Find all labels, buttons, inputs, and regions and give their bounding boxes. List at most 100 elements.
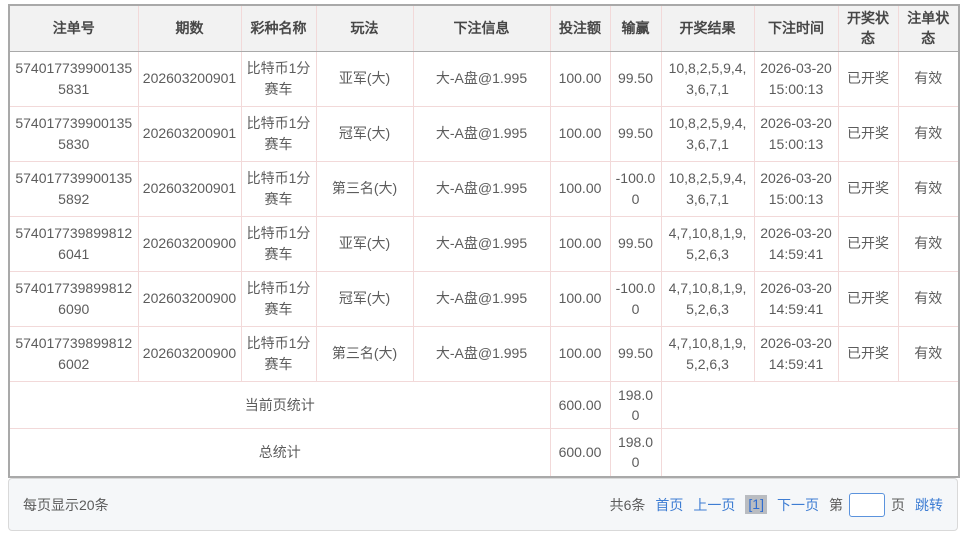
cell-bet-info: 大-A盘@1.995 [413, 271, 550, 326]
cell-order-id: 5740177399001355831 [9, 51, 138, 106]
total-count-label: 共6条 [610, 495, 646, 515]
cell-draw-status: 已开奖 [838, 51, 898, 106]
cell-draw-result: 4,7,10,8,1,9,5,2,6,3 [661, 326, 754, 381]
cell-bet-time: 2026-03-20 15:00:13 [754, 106, 838, 161]
cell-draw-status: 已开奖 [838, 106, 898, 161]
col-header-order-id: 注单号 [9, 5, 138, 51]
col-header-draw-status: 开奖状态 [838, 5, 898, 51]
cell-order-status: 有效 [898, 271, 959, 326]
cell-win-loss: 99.50 [610, 216, 661, 271]
cell-order-id: 5740177398998126041 [9, 216, 138, 271]
page-summary-bet-amount: 600.00 [550, 381, 610, 429]
cell-order-id: 5740177398998126002 [9, 326, 138, 381]
cell-draw-result: 10,8,2,5,9,4,3,6,7,1 [661, 161, 754, 216]
cell-draw-result: 10,8,2,5,9,4,3,6,7,1 [661, 51, 754, 106]
current-page-indicator[interactable]: [1] [745, 495, 767, 514]
cell-bet-amount: 100.00 [550, 161, 610, 216]
cell-bet-info: 大-A盘@1.995 [413, 106, 550, 161]
cell-draw-result: 4,7,10,8,1,9,5,2,6,3 [661, 216, 754, 271]
next-page-link[interactable]: 下一页 [777, 495, 819, 515]
page-summary-win-loss: 198.00 [610, 381, 661, 429]
jump-button[interactable]: 跳转 [915, 495, 943, 515]
cell-play-type: 亚军(大) [316, 216, 413, 271]
prev-page-link[interactable]: 上一页 [693, 495, 735, 515]
cell-order-id: 5740177399001355830 [9, 106, 138, 161]
cell-bet-info: 大-A盘@1.995 [413, 161, 550, 216]
col-header-order-status: 注单状态 [898, 5, 959, 51]
cell-bet-time: 2026-03-20 15:00:13 [754, 161, 838, 216]
cell-play-type: 冠军(大) [316, 271, 413, 326]
cell-play-type: 第三名(大) [316, 161, 413, 216]
jump-label-suffix: 页 [891, 495, 905, 515]
cell-draw-status: 已开奖 [838, 271, 898, 326]
total-summary-bet-amount: 600.00 [550, 429, 610, 477]
cell-bet-time: 2026-03-20 15:00:13 [754, 51, 838, 106]
cell-win-loss: 99.50 [610, 106, 661, 161]
col-header-bet-info: 下注信息 [413, 5, 550, 51]
cell-order-status: 有效 [898, 161, 959, 216]
cell-order-status: 有效 [898, 106, 959, 161]
jump-label-prefix: 第 [829, 495, 843, 515]
cell-lottery-name: 比特币1分赛车 [241, 271, 316, 326]
cell-order-status: 有效 [898, 326, 959, 381]
table-row: 5740177399001355830 202603200901 比特币1分赛车… [9, 106, 959, 161]
cell-bet-amount: 100.00 [550, 326, 610, 381]
cell-win-loss: -100.00 [610, 161, 661, 216]
table-row: 5740177398998126090 202603200900 比特币1分赛车… [9, 271, 959, 326]
col-header-bet-amount: 投注额 [550, 5, 610, 51]
bet-records-page: 注单号 期数 彩种名称 玩法 下注信息 投注额 输赢 开奖结果 下注时间 开奖状… [0, 0, 976, 550]
cell-bet-info: 大-A盘@1.995 [413, 326, 550, 381]
cell-play-type: 冠军(大) [316, 106, 413, 161]
page-size-label: 每页显示20条 [23, 495, 109, 515]
cell-bet-time: 2026-03-20 14:59:41 [754, 216, 838, 271]
cell-bet-amount: 100.00 [550, 216, 610, 271]
cell-period: 202603200900 [138, 271, 241, 326]
cell-bet-info: 大-A盘@1.995 [413, 216, 550, 271]
cell-bet-info: 大-A盘@1.995 [413, 51, 550, 106]
cell-order-status: 有效 [898, 216, 959, 271]
col-header-bet-time: 下注时间 [754, 5, 838, 51]
cell-win-loss: 99.50 [610, 51, 661, 106]
cell-order-id: 5740177398998126090 [9, 271, 138, 326]
total-summary-label: 总统计 [9, 429, 550, 477]
first-page-link[interactable]: 首页 [655, 495, 683, 515]
total-summary-filler [661, 429, 959, 477]
cell-lottery-name: 比特币1分赛车 [241, 161, 316, 216]
cell-bet-amount: 100.00 [550, 106, 610, 161]
page-summary-label: 当前页统计 [9, 381, 550, 429]
cell-draw-result: 10,8,2,5,9,4,3,6,7,1 [661, 106, 754, 161]
cell-play-type: 亚军(大) [316, 51, 413, 106]
table-row: 5740177398998126041 202603200900 比特币1分赛车… [9, 216, 959, 271]
page-jump-input[interactable] [849, 493, 885, 517]
jump-group: 第 页 [829, 493, 905, 517]
cell-bet-time: 2026-03-20 14:59:41 [754, 326, 838, 381]
cell-win-loss: -100.00 [610, 271, 661, 326]
table-row: 5740177399001355892 202603200901 比特币1分赛车… [9, 161, 959, 216]
total-summary-row: 总统计 600.00 198.00 [9, 429, 959, 477]
pagination-bar: 每页显示20条 共6条 首页 上一页 [1] 下一页 第 页 跳转 [8, 478, 958, 531]
cell-bet-amount: 100.00 [550, 51, 610, 106]
cell-bet-amount: 100.00 [550, 271, 610, 326]
page-summary-row: 当前页统计 600.00 198.00 [9, 381, 959, 429]
table-row: 5740177399001355831 202603200901 比特币1分赛车… [9, 51, 959, 106]
cell-lottery-name: 比特币1分赛车 [241, 106, 316, 161]
cell-period: 202603200900 [138, 326, 241, 381]
pager: 共6条 首页 上一页 [1] 下一页 第 页 跳转 [610, 493, 943, 517]
cell-draw-status: 已开奖 [838, 161, 898, 216]
cell-lottery-name: 比特币1分赛车 [241, 216, 316, 271]
table-header-row: 注单号 期数 彩种名称 玩法 下注信息 投注额 输赢 开奖结果 下注时间 开奖状… [9, 5, 959, 51]
cell-period: 202603200901 [138, 161, 241, 216]
cell-period: 202603200901 [138, 51, 241, 106]
col-header-lottery-name: 彩种名称 [241, 5, 316, 51]
cell-order-status: 有效 [898, 51, 959, 106]
col-header-period: 期数 [138, 5, 241, 51]
cell-draw-result: 4,7,10,8,1,9,5,2,6,3 [661, 271, 754, 326]
cell-order-id: 5740177399001355892 [9, 161, 138, 216]
cell-draw-status: 已开奖 [838, 216, 898, 271]
page-summary-filler [661, 381, 959, 429]
cell-win-loss: 99.50 [610, 326, 661, 381]
table-row: 5740177398998126002 202603200900 比特币1分赛车… [9, 326, 959, 381]
cell-draw-status: 已开奖 [838, 326, 898, 381]
cell-period: 202603200901 [138, 106, 241, 161]
col-header-win-loss: 输赢 [610, 5, 661, 51]
